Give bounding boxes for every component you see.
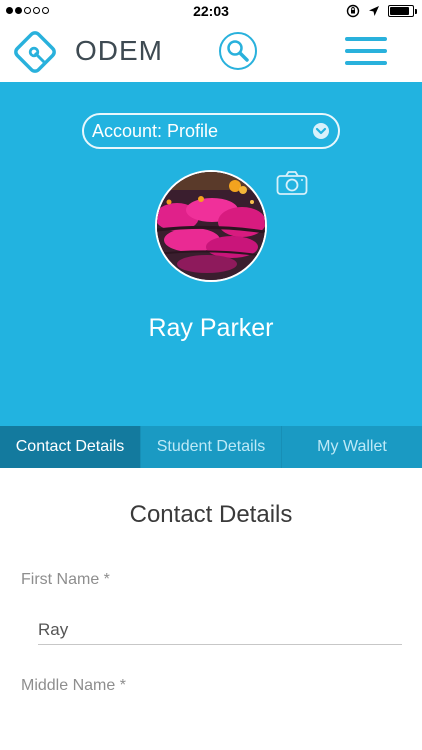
battery-icon	[388, 5, 417, 17]
location-arrow-icon	[369, 6, 379, 16]
middle-name-label: Middle Name *	[21, 677, 126, 694]
odem-logo-icon[interactable]	[10, 27, 60, 77]
account-select[interactable]: Account: Profile	[82, 113, 340, 149]
profile-tabs: Contact Details Student Details My Walle…	[0, 426, 422, 468]
tab-student-details[interactable]: Student Details	[140, 426, 281, 468]
section-title: Contact Details	[129, 501, 293, 528]
account-select-label: Account: Profile	[92, 120, 219, 141]
tab-contact-details[interactable]: Contact Details	[0, 426, 140, 468]
battery-level	[390, 7, 409, 15]
first-name-label: First Name *	[21, 571, 110, 588]
profile-name: Ray Parker	[148, 314, 274, 342]
avatar	[155, 170, 267, 282]
first-name-field[interactable]	[38, 615, 402, 645]
orientation-lock-icon	[346, 4, 360, 18]
search-button[interactable]	[219, 32, 257, 70]
avatar-photo	[157, 172, 265, 280]
chevron-down-icon	[313, 123, 329, 139]
camera-icon[interactable]	[276, 170, 308, 196]
hamburger-menu-icon[interactable]	[345, 37, 387, 65]
search-icon	[227, 40, 249, 62]
app-header: ODEM	[0, 22, 422, 82]
profile-header: Account: Profile Ray Parker	[0, 82, 422, 426]
tab-my-wallet[interactable]: My Wallet	[281, 426, 422, 468]
status-bar: 22:03	[0, 0, 422, 22]
brand-name: ODEM	[75, 35, 163, 66]
